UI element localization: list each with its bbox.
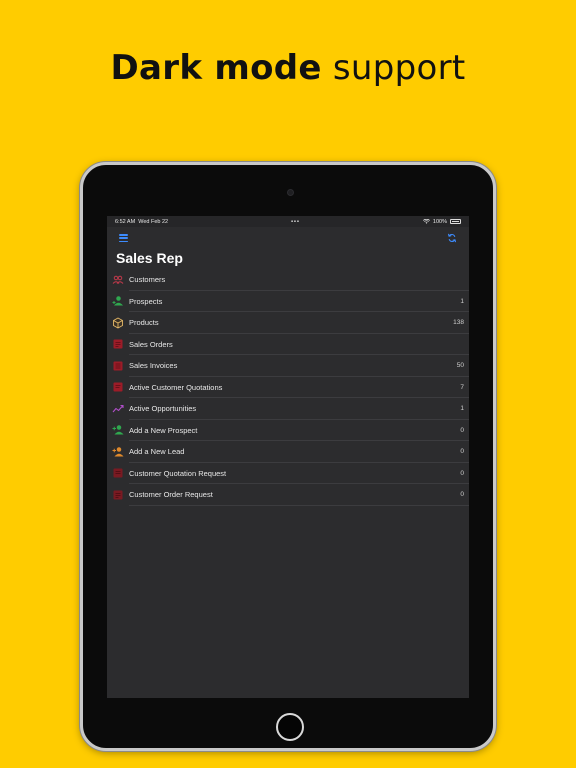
menu-item-customers[interactable]: Customers (107, 269, 469, 291)
status-time: 6:52 AM (115, 218, 136, 225)
trend-chart-icon (112, 403, 124, 415)
menu-item-label: Customers (129, 275, 166, 285)
wifi-icon (422, 219, 430, 224)
menu-item-label: Add a New Prospect (129, 425, 198, 435)
menu-item-sales-invoices[interactable]: Sales Invoices 50 (107, 355, 469, 377)
menu-item-count: 138 (453, 319, 464, 327)
menu-item-count: 1 (460, 405, 464, 413)
menu-item-active-opportunities[interactable]: Active Opportunities 1 (107, 398, 469, 420)
menu-item-label: Active Opportunities (129, 404, 197, 414)
home-button[interactable] (276, 713, 304, 741)
menu-item-count: 50 (456, 362, 464, 370)
add-prospect-icon (112, 424, 124, 436)
menu-item-label: Customer Order Request (129, 490, 213, 500)
status-right: 100% (422, 218, 461, 225)
menu-item-label: Products (129, 318, 159, 328)
menu-list: Customers Prospects 1 Products 138 Sales… (107, 269, 469, 506)
sales-order-icon (112, 338, 124, 350)
prospect-person-icon (112, 295, 124, 307)
battery-icon (449, 219, 461, 224)
menu-item-label: Prospects (129, 296, 163, 306)
app-screen: 6:52 AM Wed Feb 22 ••• 100% Sales Rep Cu… (107, 216, 469, 698)
menu-item-label: Customer Quotation Request (129, 468, 227, 478)
add-lead-icon (112, 446, 124, 458)
ipad-frame: 6:52 AM Wed Feb 22 ••• 100% Sales Rep Cu… (80, 162, 496, 751)
multitasking-dots: ••• (291, 218, 300, 225)
status-time-date: 6:52 AM Wed Feb 22 (115, 219, 168, 225)
menu-item-add-new-prospect[interactable]: Add a New Prospect 0 (107, 420, 469, 442)
menu-item-label: Active Customer Quotations (129, 382, 223, 392)
menu-item-count: 0 (460, 469, 464, 477)
menu-item-count: 1 (460, 297, 464, 305)
hamburger-menu-icon[interactable] (119, 234, 128, 242)
order-request-icon (112, 489, 124, 501)
menu-item-products[interactable]: Products 138 (107, 312, 469, 334)
menu-item-count: 7 (460, 383, 464, 391)
page-title: Sales Rep (116, 250, 183, 266)
menu-item-count: 0 (460, 491, 464, 499)
menu-item-count: 0 (460, 426, 464, 434)
refresh-icon[interactable] (447, 233, 457, 243)
status-date: Wed Feb 22 (138, 218, 169, 225)
quotation-icon (112, 381, 124, 393)
menu-item-prospects[interactable]: Prospects 1 (107, 291, 469, 313)
battery-percent: 100% (432, 218, 447, 225)
quotation-request-icon (112, 467, 124, 479)
menu-item-customer-order-request[interactable]: Customer Order Request 0 (107, 484, 469, 506)
nav-bar (107, 227, 469, 249)
menu-item-sales-orders[interactable]: Sales Orders (107, 334, 469, 356)
menu-item-active-customer-quotations[interactable]: Active Customer Quotations 7 (107, 377, 469, 399)
product-box-icon (112, 317, 124, 329)
sales-invoice-icon (112, 360, 124, 372)
menu-item-add-new-lead[interactable]: Add a New Lead 0 (107, 441, 469, 463)
menu-item-customer-quotation-request[interactable]: Customer Quotation Request 0 (107, 463, 469, 485)
headline-bold: Dark mode (110, 48, 322, 88)
menu-item-label: Add a New Lead (129, 447, 185, 457)
menu-item-label: Sales Orders (129, 339, 173, 349)
menu-item-label: Sales Invoices (129, 361, 178, 371)
status-bar: 6:52 AM Wed Feb 22 ••• 100% (107, 216, 469, 227)
headline: Dark mode support (0, 48, 576, 88)
customers-icon (112, 274, 124, 286)
headline-light: support (332, 48, 466, 88)
camera (287, 189, 294, 196)
menu-item-count: 0 (460, 448, 464, 456)
